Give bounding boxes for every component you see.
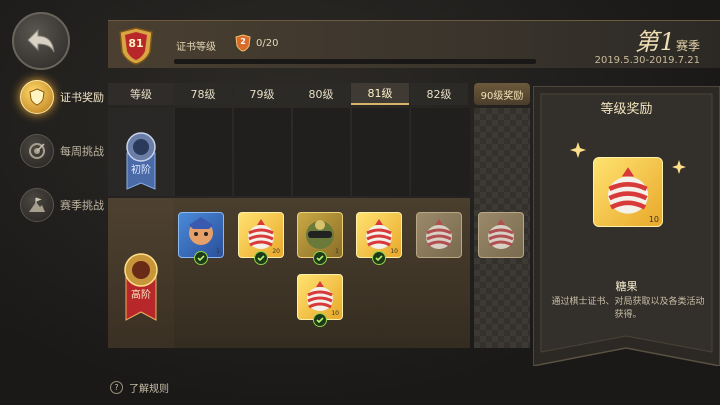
tab-level-82[interactable]: 82级 — [410, 83, 468, 105]
item-name: 糖果 — [615, 280, 638, 293]
rules-link[interactable]: ? 了解规则 — [110, 380, 169, 395]
reward-item-candy[interactable]: 10 — [297, 274, 343, 327]
claimed-check-icon — [313, 313, 327, 327]
reward-item-hero[interactable]: 1 — [297, 212, 343, 265]
candy-icon — [426, 219, 452, 249]
mountain-flag-icon — [20, 188, 54, 222]
tab-level-90-reward[interactable]: 90级奖励 — [474, 83, 530, 105]
item-count: 1 — [335, 248, 339, 255]
basic-cell — [233, 108, 291, 196]
sparkle-star-icon — [672, 160, 686, 174]
question-icon: ? — [110, 381, 123, 394]
basic-cell — [174, 108, 232, 196]
tab-level-79[interactable]: 79级 — [233, 83, 291, 105]
item-count: 10 — [331, 310, 339, 317]
level-header: 等级 — [108, 83, 174, 105]
reward-item-candy[interactable]: 20 — [238, 212, 284, 265]
rank-label: 证书等级 — [176, 42, 216, 53]
reward-item-hero[interactable]: 1 — [178, 212, 224, 265]
season-dates: 2019.5.30-2019.7.21 — [594, 55, 700, 66]
claimed-check-icon — [194, 251, 208, 265]
season-prefix: 第 — [634, 28, 659, 56]
sparkle-star-icon — [570, 142, 586, 158]
game-screen: 证书奖励 每周挑战 赛季挑战 81 证书等级 2 0/20 第 1 赛季 201… — [0, 0, 720, 405]
reward-item-candy[interactable]: 10 — [356, 212, 402, 265]
rank-level: 81 — [128, 37, 144, 50]
candy-icon — [488, 219, 514, 249]
reward-item-candy-locked[interactable] — [416, 212, 462, 258]
season-number: 1 — [659, 28, 675, 56]
back-button[interactable] — [12, 12, 70, 70]
item-count: 20 — [272, 248, 280, 255]
tier-advanced-text: 高阶 — [131, 289, 151, 301]
exp-icon-value: 2 — [240, 37, 246, 46]
tier-advanced-label: 高阶 — [108, 198, 174, 348]
exp-progress-bar — [174, 59, 536, 64]
tab-level-81[interactable]: 81级 — [351, 83, 409, 105]
panel-title: 等级奖励 — [600, 102, 653, 117]
target-icon — [20, 134, 54, 168]
back-arrow-icon — [27, 28, 55, 53]
item-count: 10 — [648, 215, 659, 224]
basic-cell — [351, 108, 409, 196]
basic-cell — [410, 108, 470, 196]
claimed-check-icon — [313, 251, 327, 265]
rank-badge: 81 — [116, 26, 156, 66]
selected-reward-candy: 10 — [593, 157, 663, 227]
tier-basic-text: 初阶 — [131, 164, 151, 176]
tier-basic-label: 初阶 — [108, 108, 174, 196]
season-info: 第 1 赛季 2019.5.30-2019.7.21 — [595, 22, 700, 66]
sidebar-item-label: 证书奖励 — [60, 91, 104, 104]
tab-level-78[interactable]: 78级 — [174, 83, 232, 105]
claimed-check-icon — [372, 251, 386, 265]
basic-cell — [292, 108, 350, 196]
rules-label: 了解规则 — [129, 384, 169, 395]
sidebar-item-season-challenge[interactable]: 赛季挑战 — [20, 188, 104, 222]
shield-badge-icon — [20, 80, 54, 114]
exp-icon: 2 — [234, 34, 252, 52]
item-count: 10 — [390, 248, 398, 255]
sidebar-item-label: 每周挑战 — [60, 145, 104, 158]
season-suffix: 赛季 — [675, 39, 700, 53]
claimed-check-icon — [254, 251, 268, 265]
sidebar-item-label: 赛季挑战 — [60, 199, 104, 212]
sidebar-item-certificate-reward[interactable]: 证书奖励 — [20, 80, 104, 114]
sidebar-item-weekly-challenge[interactable]: 每周挑战 — [20, 134, 104, 168]
reward-item-candy-locked[interactable] — [478, 212, 524, 258]
exp-progress: 0/20 — [256, 38, 279, 49]
item-count: 1 — [216, 248, 220, 255]
item-description: 通过棋士证书、对局获取以及各类活动获得。 — [551, 297, 705, 320]
tab-level-80[interactable]: 80级 — [292, 83, 350, 105]
